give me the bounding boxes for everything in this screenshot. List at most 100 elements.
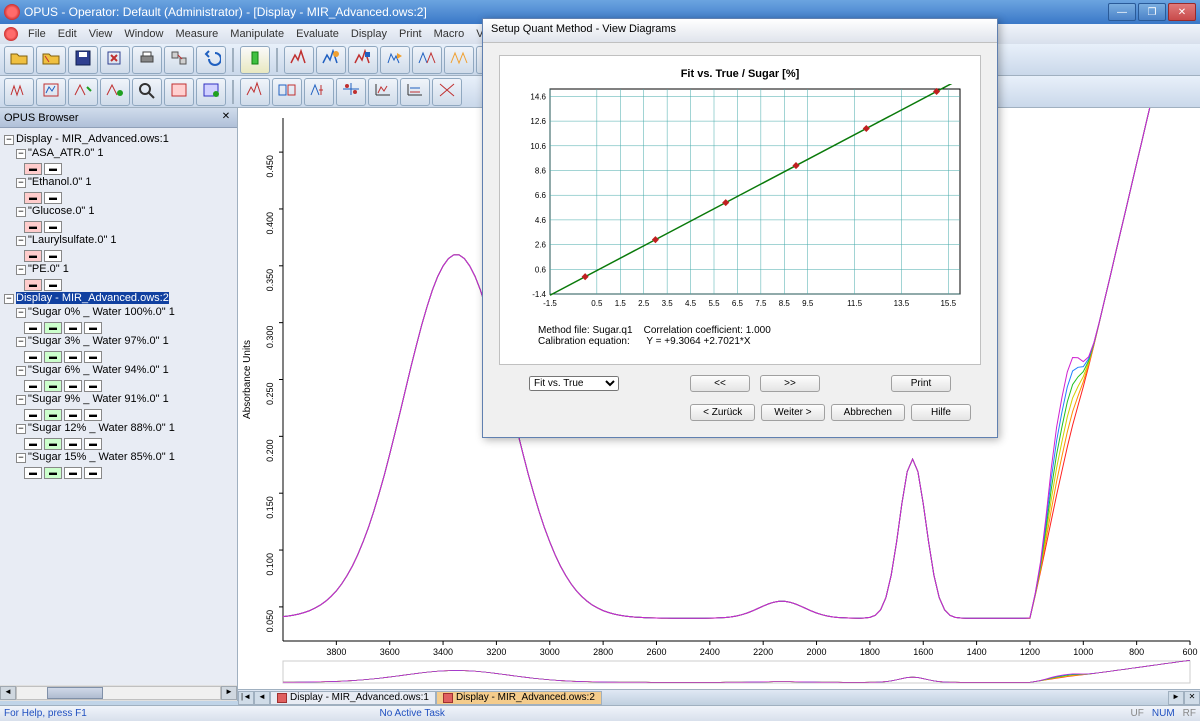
expand-icon[interactable]: − [4, 294, 14, 304]
tree-file-node[interactable]: −"Sugar 9% _ Water 91%.0" 1 [4, 392, 233, 406]
doc-tab-1[interactable]: Display - MIR_Advanced.ows:1 [270, 691, 436, 705]
tree-action-button[interactable]: ▬ [24, 163, 42, 175]
tb-unload-icon[interactable] [100, 46, 130, 74]
tree-action-button[interactable]: ▬ [44, 351, 62, 363]
tb-peak4-icon[interactable] [380, 46, 410, 74]
cancel-button[interactable]: Abbrechen [831, 404, 905, 421]
tree-action-button[interactable]: ▬ [44, 467, 62, 479]
tb-peak1-icon[interactable] [284, 46, 314, 74]
file-tree[interactable]: −Display - MIR_Advanced.ows:1−"ASA_ATR.0… [0, 128, 237, 685]
tree-action-button[interactable]: ▬ [24, 467, 42, 479]
forward-button[interactable]: Weiter > [761, 404, 824, 421]
tb-peak6-icon[interactable] [444, 46, 474, 74]
expand-icon[interactable]: − [16, 207, 26, 217]
tree-action-button[interactable]: ▬ [84, 351, 102, 363]
tb2-6-icon[interactable] [164, 78, 194, 106]
expand-icon[interactable]: − [4, 135, 14, 145]
tree-action-button[interactable]: ▬ [44, 409, 62, 421]
tree-file-node[interactable]: −"Sugar 3% _ Water 97%.0" 1 [4, 334, 233, 348]
tb-print-icon[interactable] [132, 46, 162, 74]
tb-open-icon[interactable] [4, 46, 34, 74]
scroll-left-icon[interactable]: ◄ [0, 686, 16, 700]
tree-action-button[interactable]: ▬ [84, 409, 102, 421]
tb2-7-icon[interactable] [196, 78, 226, 106]
tab-nav-prev-icon[interactable]: ◄ [254, 691, 270, 705]
tb2-4-icon[interactable] [100, 78, 130, 106]
tb2-12-icon[interactable] [368, 78, 398, 106]
tree-action-button[interactable]: ▬ [44, 192, 62, 204]
menu-file[interactable]: File [22, 28, 52, 40]
menu-measure[interactable]: Measure [169, 28, 224, 40]
tb-measure-icon[interactable] [240, 46, 270, 74]
expand-icon[interactable]: − [16, 453, 26, 463]
tree-action-button[interactable]: ▬ [24, 351, 42, 363]
next-diagram-button[interactable]: >> [760, 375, 820, 392]
close-button[interactable]: ✕ [1168, 3, 1196, 21]
tb-peak5-icon[interactable] [412, 46, 442, 74]
back-button[interactable]: < Zurück [690, 404, 755, 421]
tree-file-node[interactable]: −"Sugar 0% _ Water 100%.0" 1 [4, 305, 233, 319]
tb2-2-icon[interactable] [36, 78, 66, 106]
tab-nav-close-icon[interactable]: ✕ [1184, 691, 1200, 705]
tree-action-button[interactable]: ▬ [84, 438, 102, 450]
tree-action-button[interactable]: ▬ [44, 163, 62, 175]
menu-manipulate[interactable]: Manipulate [224, 28, 290, 40]
scroll-right-icon[interactable]: ► [221, 686, 237, 700]
prev-diagram-button[interactable]: << [690, 375, 750, 392]
tree-action-button[interactable]: ▬ [24, 380, 42, 392]
tree-file-node[interactable]: −"ASA_ATR.0" 1 [4, 146, 233, 160]
tb2-13-icon[interactable] [400, 78, 430, 106]
menu-display[interactable]: Display [345, 28, 393, 40]
tree-file-node[interactable]: −"Sugar 6% _ Water 94%.0" 1 [4, 363, 233, 377]
tree-action-button[interactable]: ▬ [64, 438, 82, 450]
tree-action-button[interactable]: ▬ [44, 279, 62, 291]
sidebar-hscroll[interactable]: ◄ ► [0, 685, 237, 701]
tb-send-icon[interactable] [164, 46, 194, 74]
minimize-button[interactable]: — [1108, 3, 1136, 21]
tree-action-button[interactable]: ▬ [24, 279, 42, 291]
tb2-zoom-icon[interactable] [132, 78, 162, 106]
tb-peak2-icon[interactable] [316, 46, 346, 74]
menu-edit[interactable]: Edit [52, 28, 83, 40]
tree-action-button[interactable]: ▬ [84, 467, 102, 479]
tree-action-button[interactable]: ▬ [64, 409, 82, 421]
menu-print[interactable]: Print [393, 28, 428, 40]
expand-icon[interactable]: − [16, 149, 26, 159]
scroll-thumb[interactable] [47, 687, 103, 699]
expand-icon[interactable]: − [16, 366, 26, 376]
menu-window[interactable]: Window [118, 28, 169, 40]
tree-action-button[interactable]: ▬ [24, 438, 42, 450]
tb2-3-icon[interactable] [68, 78, 98, 106]
tree-action-button[interactable]: ▬ [84, 380, 102, 392]
tree-display-node[interactable]: −Display - MIR_Advanced.ows:2 [4, 291, 233, 305]
expand-icon[interactable]: − [16, 178, 26, 188]
expand-icon[interactable]: − [16, 424, 26, 434]
tree-action-button[interactable]: ▬ [44, 250, 62, 262]
tree-file-node[interactable]: −"Ethanol.0" 1 [4, 175, 233, 189]
tree-action-button[interactable]: ▬ [64, 322, 82, 334]
doc-tab-2[interactable]: Display - MIR_Advanced.ows:2 [436, 691, 602, 705]
menu-macro[interactable]: Macro [428, 28, 471, 40]
expand-icon[interactable]: − [16, 337, 26, 347]
tree-file-node[interactable]: −"Glucose.0" 1 [4, 204, 233, 218]
tree-action-button[interactable]: ▬ [44, 221, 62, 233]
tree-action-button[interactable]: ▬ [44, 380, 62, 392]
tree-file-node[interactable]: −"Sugar 15% _ Water 85%.0" 1 [4, 450, 233, 464]
help-button[interactable]: Hilfe [911, 404, 971, 421]
tb2-10-icon[interactable] [304, 78, 334, 106]
tree-action-button[interactable]: ▬ [64, 380, 82, 392]
tb2-9-icon[interactable] [272, 78, 302, 106]
tb2-14-icon[interactable] [432, 78, 462, 106]
tree-action-button[interactable]: ▬ [24, 322, 42, 334]
app-menu-icon[interactable] [4, 27, 18, 41]
tree-action-button[interactable]: ▬ [24, 409, 42, 421]
tb-peak3-icon[interactable] [348, 46, 378, 74]
tree-action-button[interactable]: ▬ [24, 250, 42, 262]
tree-action-button[interactable]: ▬ [24, 192, 42, 204]
tree-display-node[interactable]: −Display - MIR_Advanced.ows:1 [4, 132, 233, 146]
tree-file-node[interactable]: −"Sugar 12% _ Water 88%.0" 1 [4, 421, 233, 435]
expand-icon[interactable]: − [16, 395, 26, 405]
expand-icon[interactable]: − [16, 308, 26, 318]
tree-file-node[interactable]: −"PE.0" 1 [4, 262, 233, 276]
expand-icon[interactable]: − [16, 236, 26, 246]
